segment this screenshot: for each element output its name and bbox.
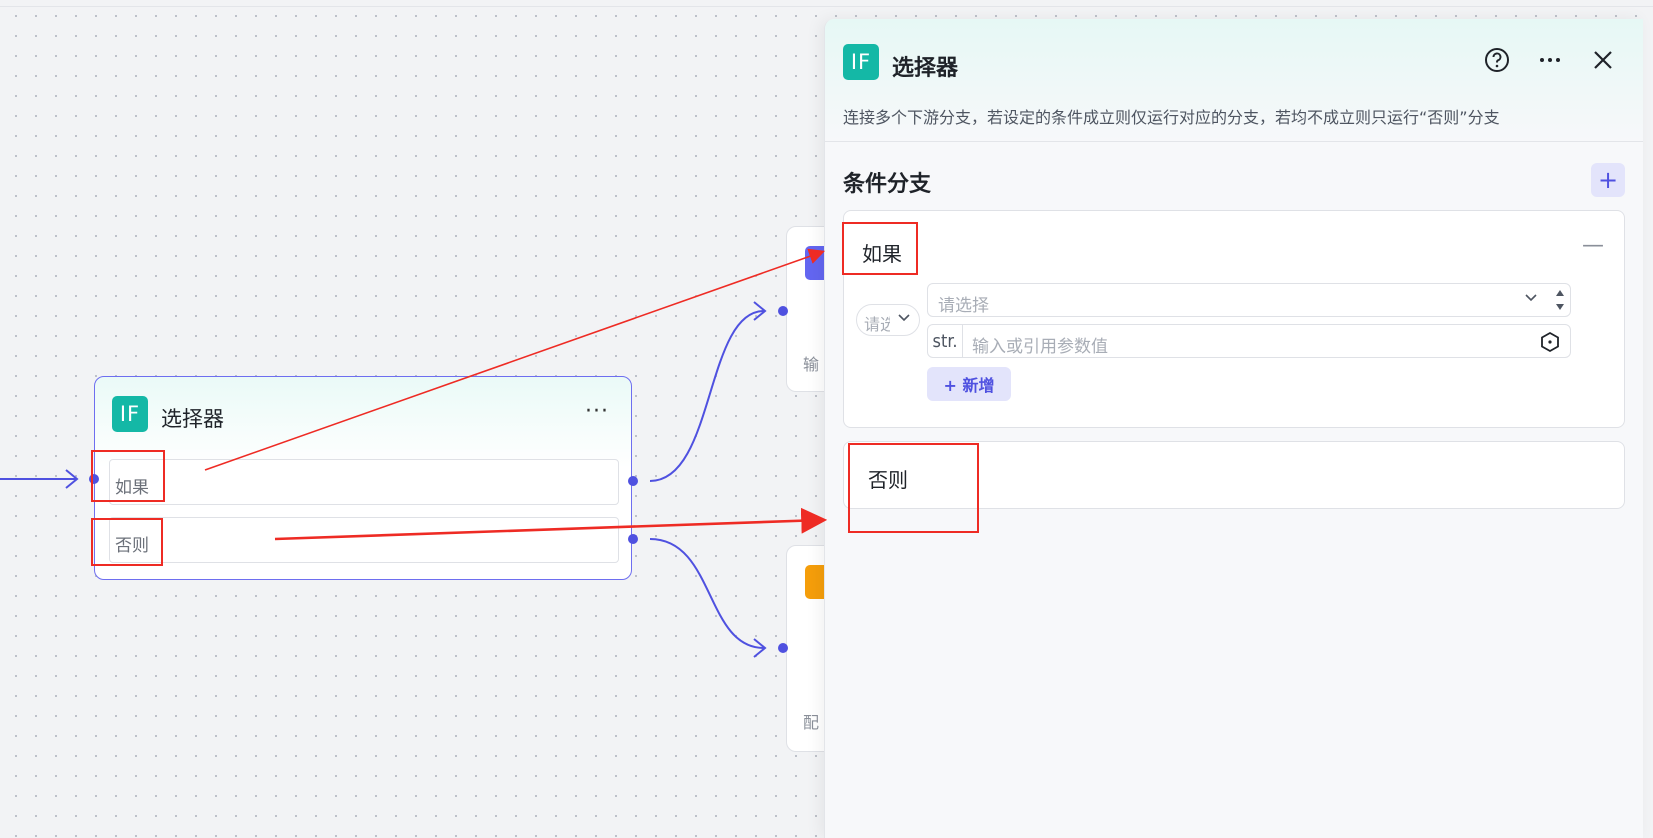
- help-icon[interactable]: [1482, 45, 1512, 75]
- annotation-box: [842, 222, 918, 275]
- collapse-icon[interactable]: —: [1582, 233, 1604, 258]
- annotation-box: [91, 450, 165, 502]
- annotation-box: [848, 443, 979, 533]
- edge-if: [649, 310, 765, 482]
- if-icon: IF: [843, 44, 879, 80]
- value-placeholder: 输入或引用参数值: [972, 337, 1108, 357]
- panel-title: 选择器: [892, 56, 959, 81]
- value-input[interactable]: str. 输入或引用参数值: [927, 324, 1571, 358]
- panel-header: IF 选择器 连接多个下游分支，若设定的条件成立则仅运行对应的分支，若均不成立则…: [825, 19, 1643, 142]
- condition-branch-card: 如果 — 请选 请选择 str. 输入或引用参数值 + 新增: [843, 210, 1625, 428]
- annotation-box: [91, 518, 163, 566]
- edge-else: [649, 538, 765, 649]
- close-icon[interactable]: [1588, 45, 1618, 75]
- logic-placeholder: 请选: [864, 315, 890, 334]
- variable-select[interactable]: 请选择: [927, 283, 1571, 317]
- node-config-panel: IF 选择器 连接多个下游分支，若设定的条件成立则仅运行对应的分支，若均不成立则…: [824, 19, 1643, 838]
- variable-placeholder: 请选择: [938, 296, 989, 316]
- section-title: 条件分支: [843, 172, 932, 197]
- chevron-down-icon: [1524, 290, 1538, 308]
- add-branch-button[interactable]: +: [1591, 163, 1625, 197]
- type-tag: str.: [928, 325, 963, 357]
- add-condition-button[interactable]: + 新增: [927, 367, 1011, 401]
- chevron-down-icon: [897, 310, 911, 328]
- logic-operator-select[interactable]: 请选: [856, 304, 920, 336]
- variable-reference-icon[interactable]: [1539, 331, 1561, 353]
- panel-description: 连接多个下游分支，若设定的条件成立则仅运行对应的分支，若均不成立则只运行“否则”…: [843, 108, 1500, 127]
- more-icon[interactable]: [1535, 45, 1565, 75]
- stepper-icon[interactable]: [1551, 285, 1569, 315]
